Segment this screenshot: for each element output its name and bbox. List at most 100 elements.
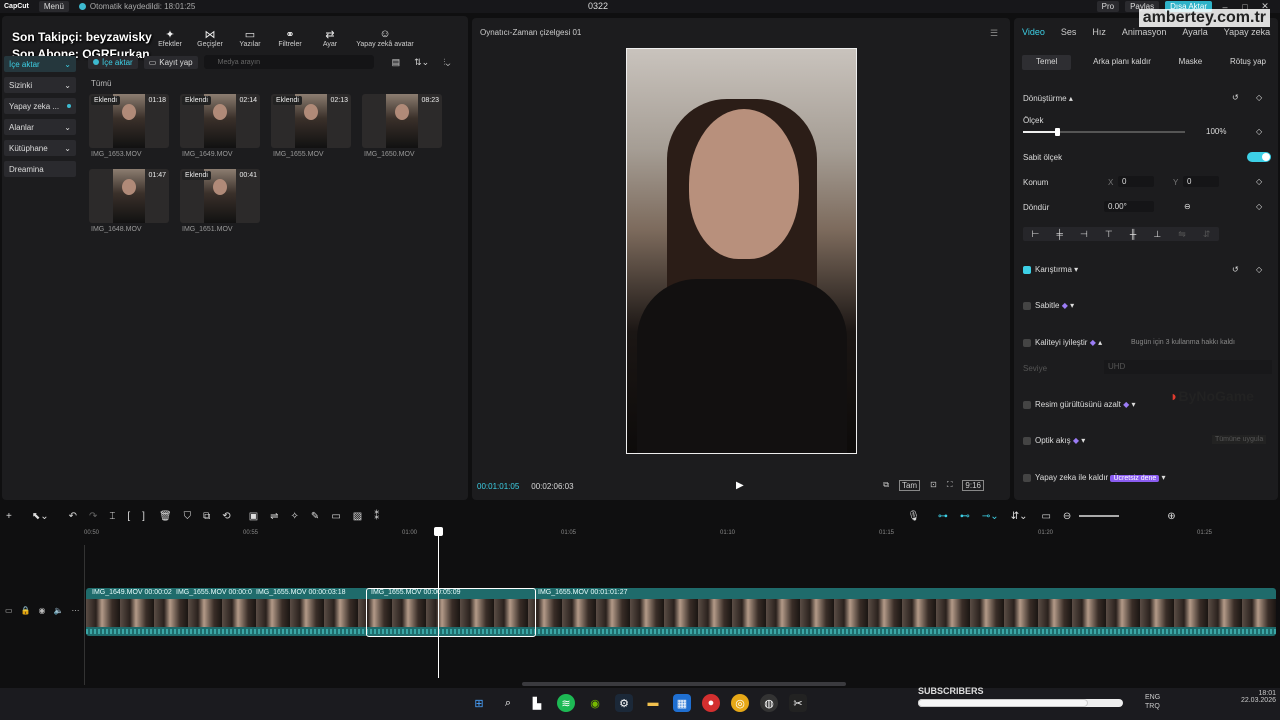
sidebar-item-dreamina[interactable]: Dreamina (4, 161, 76, 177)
split-left-icon[interactable]: [ (127, 511, 130, 522)
enhance-checkbox[interactable] (1023, 338, 1031, 347)
audio-sync-icon[interactable]: ⁑ (374, 511, 379, 522)
redo-icon[interactable]: ↷ (89, 511, 97, 522)
add-track-icon[interactable]: + (6, 511, 12, 522)
media-card[interactable]: Eklendi 01:18 IMG_1653.MOV (89, 94, 169, 158)
rotate-dial-icon[interactable]: ⊖ (1184, 202, 1191, 211)
tab-ai[interactable]: Yapay zeka (1224, 27, 1270, 37)
image-icon[interactable]: ▨ (353, 511, 362, 522)
scale-slider[interactable] (1023, 128, 1185, 136)
ai-remove-row[interactable]: Yapay zeka ile kaldır Ücretsiz dene ▾ (1023, 473, 1166, 482)
tracking-icon[interactable]: ✧ (291, 511, 299, 522)
crop-icon[interactable]: ⧉ (203, 511, 210, 522)
sidebar-item-import[interactable]: İçe aktar ⌄ (4, 56, 76, 72)
lock-icon[interactable]: 🔒 (21, 606, 31, 615)
split-right-icon[interactable]: ] (142, 511, 145, 522)
selected-clip[interactable] (366, 588, 536, 637)
media-card[interactable]: Eklendi 02:14 IMG_1649.MOV (180, 94, 260, 158)
freeze-icon[interactable]: ▣ (249, 511, 258, 522)
tab-speed[interactable]: Hız (1092, 27, 1106, 37)
import-button[interactable]: İçe aktar (88, 55, 138, 69)
task-view-icon[interactable]: ▙ (528, 694, 546, 712)
keyframe-icon[interactable]: ◇ (1256, 127, 1262, 136)
align-left-icon[interactable]: ⊢ (1032, 229, 1040, 240)
sidebar-item-spaces[interactable]: Alanlar ⌄ (4, 119, 76, 135)
audio-icon[interactable]: 🔈 (54, 606, 64, 615)
pro-button[interactable]: Pro (1096, 1, 1120, 12)
caption-icon[interactable]: ▭ (1041, 511, 1050, 522)
split-icon[interactable]: ⌶ (109, 511, 115, 522)
align-right-icon[interactable]: ⊣ (1080, 229, 1088, 240)
speed-icon[interactable]: ⟲ (222, 511, 230, 522)
apply-all-button[interactable]: Tümüne uygula (1212, 435, 1267, 444)
tool-effects[interactable]: ✦ Efektler (150, 28, 190, 48)
tab-video[interactable]: Video (1022, 27, 1045, 37)
microphone-icon[interactable]: 🎙 (907, 511, 920, 522)
aspect-ratio-button[interactable]: 9:16 (962, 480, 984, 491)
blend-row[interactable]: Karıştırma ▾ (1023, 265, 1078, 274)
zoom-in-icon[interactable]: ⊕ (1167, 511, 1175, 522)
reset-icon[interactable]: ↺ (1232, 93, 1239, 102)
optical-flow-row[interactable]: Optik akış ◆ ▾ (1023, 436, 1085, 445)
flip-v-icon[interactable]: ⇵ (1203, 229, 1211, 240)
store-icon[interactable]: ▦ (673, 694, 691, 712)
tool-transitions[interactable]: ⋈ Geçişler (190, 28, 230, 48)
search-icon[interactable]: ⌕ (499, 694, 517, 712)
tab-adjust[interactable]: Ayarla (1182, 27, 1207, 37)
player-menu-icon[interactable]: ☰ (990, 28, 998, 39)
folder-icon[interactable]: ▬ (644, 694, 662, 712)
snap-icon[interactable]: ⊸⌄ (982, 511, 999, 522)
keyframe-icon[interactable]: ◇ (1256, 177, 1262, 186)
media-search-input[interactable]: Medya arayın (203, 55, 374, 69)
keyframe-icon[interactable]: ◇ (1256, 265, 1262, 274)
link-main-track-icon[interactable]: ⊶ (938, 511, 948, 522)
menu-button[interactable]: Menü (38, 1, 69, 12)
subtitle-icon[interactable]: ▭ (331, 511, 340, 522)
keyframe-icon[interactable]: ◇ (1256, 93, 1262, 102)
sidebar-item-library[interactable]: Kütüphane ⌄ (4, 140, 76, 156)
mirror-icon[interactable]: ⇌ (270, 511, 278, 522)
input-language[interactable]: ENG TRQ (1145, 693, 1160, 711)
align-top-icon[interactable]: ⊤ (1105, 229, 1113, 240)
recorder-icon[interactable]: ● (702, 694, 720, 712)
video-preview[interactable] (626, 48, 857, 454)
steam-icon[interactable]: ⚙ (615, 694, 633, 712)
windows-start-icon[interactable]: ⊞ (470, 694, 488, 712)
rotate-input[interactable]: 0.00° (1104, 201, 1154, 212)
position-y-input[interactable]: 0 (1183, 176, 1219, 187)
more-icon[interactable]: ⋯ (71, 606, 79, 615)
flip-h-icon[interactable]: ⇋ (1178, 229, 1186, 240)
fullscreen-icon[interactable]: ⛶ (947, 480, 953, 491)
align-center-icon[interactable]: ╪ (1056, 229, 1062, 239)
enhance-row[interactable]: Kaliteyi iyileştir ◆ ▴ (1023, 338, 1102, 347)
playhead[interactable] (438, 530, 439, 678)
capcut-taskbar-icon[interactable]: ✂ (789, 694, 807, 712)
main-video-track[interactable]: IMG_1649.MOV 00:00:02 IMG_1655.MOV 00:00… (86, 588, 1276, 636)
zoom-fit-icon[interactable]: ⊡ (930, 480, 937, 491)
delete-icon[interactable]: 🗑 (159, 511, 172, 522)
media-card[interactable]: 08:23 IMG_1650.MOV (362, 94, 442, 158)
undo-icon[interactable]: ↶ (69, 511, 77, 522)
media-card[interactable]: Eklendi 02:13 IMG_1655.MOV (271, 94, 351, 158)
tool-filters[interactable]: ⚭ Filtreler (270, 28, 310, 48)
subtab-retouch[interactable]: Rötuş yap (1224, 55, 1272, 70)
subtab-basic[interactable]: Temel (1022, 55, 1072, 70)
subtab-remove-bg[interactable]: Arka planı kaldır (1087, 55, 1157, 70)
ai-remove-checkbox[interactable] (1023, 473, 1031, 482)
filter-icon[interactable]: ⫶⌄ (443, 57, 450, 68)
optical-flow-checkbox[interactable] (1023, 436, 1031, 445)
keyframe-icon[interactable]: ◇ (1256, 202, 1262, 211)
preview-axis-icon[interactable]: ⇵⌄ (1011, 511, 1028, 522)
magic-icon[interactable]: ✎ (311, 511, 319, 522)
stabilize-checkbox[interactable] (1023, 301, 1031, 310)
eye-icon[interactable]: ◉ (39, 606, 46, 615)
sidebar-item-yours[interactable]: Sizinki ⌄ (4, 77, 76, 93)
full-quality-button[interactable]: Tam (898, 480, 921, 491)
zoom-slider[interactable] (1079, 515, 1120, 517)
play-button[interactable]: ▶ (736, 480, 744, 491)
sidebar-item-ai[interactable]: Yapay zeka ... (4, 98, 76, 114)
nvidia-icon[interactable]: ◉ (586, 694, 604, 712)
reset-icon[interactable]: ↺ (1232, 265, 1239, 274)
track-cover-icon[interactable]: ▭ (5, 606, 13, 615)
obs-icon[interactable]: ◍ (760, 694, 778, 712)
